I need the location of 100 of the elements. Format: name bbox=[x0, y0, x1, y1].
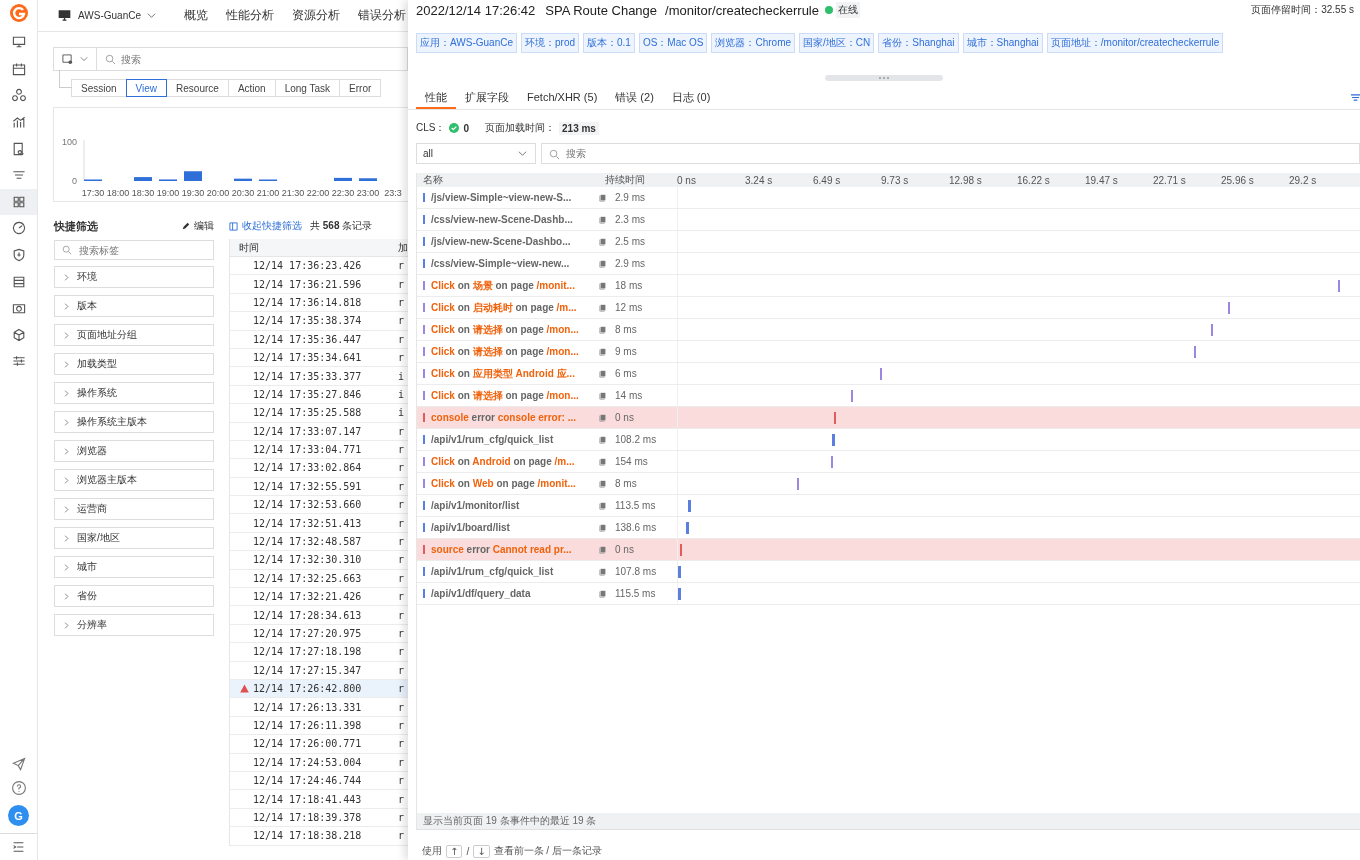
copy-icon[interactable] bbox=[599, 435, 607, 444]
tag-search-field[interactable]: 搜索标签 bbox=[54, 240, 214, 260]
nav-link[interactable]: 资源分析 bbox=[292, 7, 340, 24]
nav-link[interactable]: 错误分析 bbox=[358, 7, 406, 24]
event-name[interactable]: /api/v1/rum_cfg/quick_list bbox=[425, 434, 597, 445]
event-name[interactable]: Click on Web on page /monit... bbox=[425, 478, 597, 489]
copy-icon[interactable] bbox=[599, 545, 607, 554]
copy-icon[interactable] bbox=[599, 193, 607, 202]
event-name[interactable]: /api/v1/board/list bbox=[425, 522, 597, 533]
event-name[interactable]: Click on 应用类型 Android 应... bbox=[425, 366, 597, 381]
event-search-field[interactable]: 搜索 bbox=[541, 143, 1360, 164]
table-row[interactable]: 12/14 17:32:51.413 r bbox=[230, 514, 408, 533]
event-name[interactable]: /api/v1/monitor/list bbox=[425, 500, 597, 511]
detail-tab[interactable]: 扩展字段 bbox=[456, 87, 518, 109]
filter-group[interactable]: 页面地址分组 bbox=[54, 324, 214, 346]
event-name[interactable]: console error console error: ... bbox=[425, 412, 597, 423]
tag[interactable]: 城市：Shanghai bbox=[962, 33, 1043, 53]
table-row[interactable]: 12/14 17:26:13.331 r bbox=[230, 698, 408, 717]
filter-icon[interactable] bbox=[1351, 93, 1360, 102]
copy-icon[interactable] bbox=[599, 589, 607, 598]
copy-icon[interactable] bbox=[599, 567, 607, 576]
event-name[interactable]: source error Cannot read pr... bbox=[425, 544, 597, 555]
copy-icon[interactable] bbox=[599, 501, 607, 510]
grid-icon[interactable] bbox=[0, 188, 37, 216]
filter-group[interactable]: 操作系统 bbox=[54, 382, 214, 404]
table-row[interactable]: 12/14 17:27:15.347 r bbox=[230, 661, 408, 680]
table-row[interactable]: 12/14 17:35:36.447 r bbox=[230, 330, 408, 349]
filter-group[interactable]: 城市 bbox=[54, 556, 214, 578]
table-row[interactable]: 12/14 17:32:30.310 r bbox=[230, 551, 408, 570]
tag[interactable]: 省份：Shanghai bbox=[878, 33, 959, 53]
table-row[interactable]: 12/14 17:32:53.660 r bbox=[230, 496, 408, 515]
table-row[interactable]: 12/14 17:35:25.588 i bbox=[230, 404, 408, 423]
tag[interactable]: 环境：prod bbox=[521, 33, 579, 53]
table-row[interactable]: 12/14 17:26:00.771 r bbox=[230, 735, 408, 754]
type-tab[interactable]: Long Task bbox=[274, 79, 341, 97]
filter-group[interactable]: 加载类型 bbox=[54, 353, 214, 375]
copy-icon[interactable] bbox=[599, 259, 607, 268]
histogram-bar[interactable] bbox=[234, 178, 252, 181]
workspace-selector[interactable]: AWS-GuanCe bbox=[78, 10, 141, 21]
filter-group[interactable]: 分辨率 bbox=[54, 614, 214, 636]
copy-icon[interactable] bbox=[599, 303, 607, 312]
edit-link[interactable]: 编辑 bbox=[182, 219, 214, 233]
detail-tab[interactable]: 错误 (2) bbox=[606, 87, 663, 109]
type-tab[interactable]: Session bbox=[71, 79, 127, 97]
table-row[interactable]: 12/14 17:35:38.374 r bbox=[230, 312, 408, 331]
event-name[interactable]: /css/view-new-Scene-Dashb... bbox=[425, 214, 597, 225]
filter-group[interactable]: 环境 bbox=[54, 266, 214, 288]
table-row[interactable]: 12/14 17:18:38.218 r bbox=[230, 827, 408, 846]
filter-group[interactable]: 运营商 bbox=[54, 498, 214, 520]
nav-link[interactable]: 概览 bbox=[184, 7, 208, 24]
type-tab[interactable]: Error bbox=[339, 79, 382, 97]
table-row[interactable]: 12/14 17:33:07.147 r bbox=[230, 422, 408, 441]
event-name[interactable]: /js/view-new-Scene-Dashbo... bbox=[425, 236, 597, 247]
send-icon[interactable] bbox=[10, 756, 27, 772]
event-name[interactable]: Click on 请选择 on page /mon... bbox=[425, 344, 597, 359]
table-row[interactable]: 12/14 17:33:02.864 r bbox=[230, 459, 408, 478]
event-name[interactable]: Click on 请选择 on page /mon... bbox=[425, 322, 597, 337]
type-tab[interactable]: Resource bbox=[166, 79, 229, 97]
table-row[interactable]: 12/14 17:28:34.613 r bbox=[230, 606, 408, 625]
filter-group[interactable]: 省份 bbox=[54, 585, 214, 607]
chevron-down-icon[interactable] bbox=[147, 11, 156, 20]
tag[interactable]: 应用：AWS-GuanCe bbox=[416, 33, 517, 53]
table-row[interactable]: 12/14 17:18:41.443 r bbox=[230, 790, 408, 809]
table-row[interactable]: 12/14 17:36:23.426 r bbox=[230, 257, 408, 276]
copy-icon[interactable] bbox=[599, 281, 607, 290]
detail-tab[interactable]: 性能 bbox=[416, 87, 456, 109]
filter-group[interactable]: 浏览器 bbox=[54, 440, 214, 462]
filter-group[interactable]: 版本 bbox=[54, 295, 214, 317]
filter-group[interactable]: 操作系统主版本 bbox=[54, 411, 214, 433]
search-field[interactable]: 搜索 bbox=[97, 47, 408, 71]
filter-group[interactable]: 浏览器主版本 bbox=[54, 469, 214, 491]
collapse-filter-link[interactable]: 收起快捷筛选 bbox=[229, 219, 302, 233]
event-name[interactable]: /js/view-Simple~view-new-S... bbox=[425, 192, 597, 203]
event-name[interactable]: Click on Android on page /m... bbox=[425, 456, 597, 467]
table-row[interactable]: 12/14 17:36:21.596 r bbox=[230, 275, 408, 294]
copy-icon[interactable] bbox=[599, 479, 607, 488]
table-row[interactable]: 12/14 17:32:21.426 r bbox=[230, 588, 408, 607]
tag[interactable]: 页面地址：/monitor/createcheckerrule bbox=[1046, 33, 1224, 53]
logo-icon[interactable] bbox=[8, 3, 29, 23]
table-row[interactable]: 12/14 17:35:33.377 i bbox=[230, 367, 408, 386]
tag[interactable]: 浏览器：Chrome bbox=[711, 33, 796, 53]
event-name[interactable]: Click on 场景 on page /monit... bbox=[425, 278, 597, 293]
type-tab[interactable]: View bbox=[125, 79, 168, 97]
table-row[interactable]: 12/14 17:27:18.198 r bbox=[230, 643, 408, 662]
event-name[interactable]: /api/v1/df/query_data bbox=[425, 588, 597, 599]
event-name[interactable]: Click on 启动耗时 on page /m... bbox=[425, 300, 597, 315]
tag[interactable]: 版本：0.1 bbox=[583, 33, 635, 53]
tag[interactable]: 国家/地区：CN bbox=[799, 33, 875, 53]
histogram-bar[interactable] bbox=[334, 177, 352, 181]
type-select[interactable]: all bbox=[416, 143, 536, 164]
copy-icon[interactable] bbox=[599, 369, 607, 378]
event-name[interactable]: /api/v1/rum_cfg/quick_list bbox=[425, 566, 597, 577]
collapse-menu-icon[interactable] bbox=[0, 833, 37, 854]
source-selector[interactable] bbox=[53, 47, 97, 71]
copy-icon[interactable] bbox=[599, 523, 607, 532]
copy-icon[interactable] bbox=[599, 391, 607, 400]
copy-icon[interactable] bbox=[599, 325, 607, 334]
detail-tab[interactable]: Fetch/XHR (5) bbox=[518, 87, 607, 109]
detail-tab[interactable]: 日志 (0) bbox=[662, 87, 720, 109]
copy-icon[interactable] bbox=[599, 237, 607, 246]
